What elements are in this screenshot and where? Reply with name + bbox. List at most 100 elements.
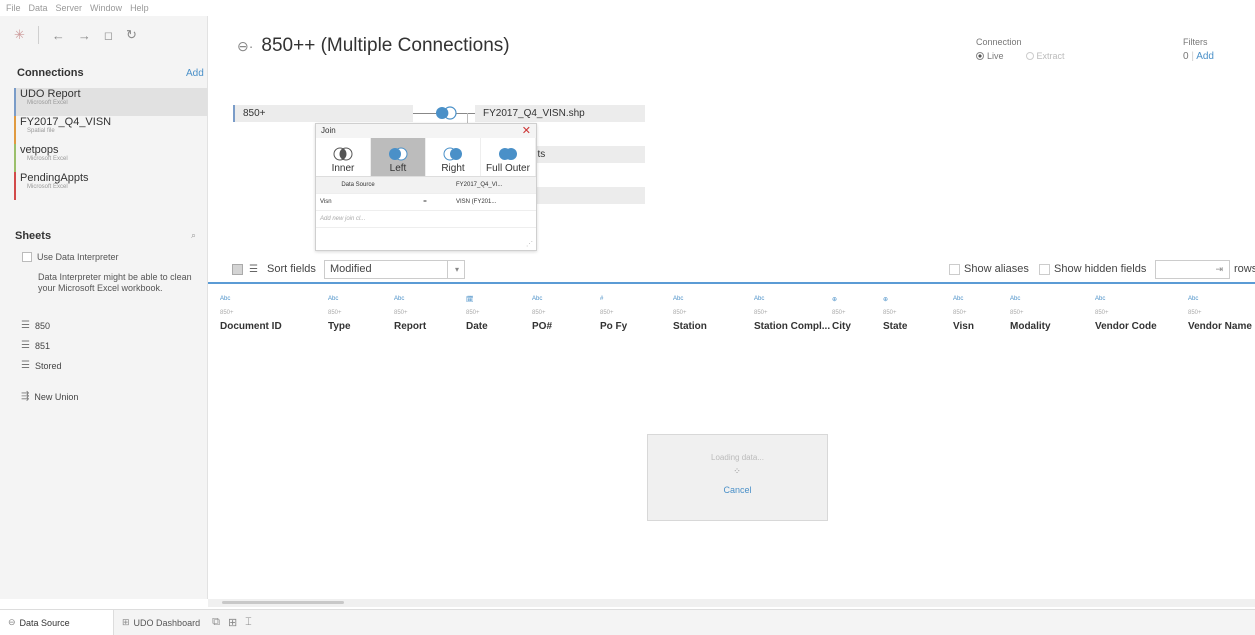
search-icon[interactable]: ⌕ — [191, 230, 196, 241]
column-header[interactable]: Abc 850+ Vendor Name — [1188, 296, 1255, 332]
chevron-down-icon: ▾ — [454, 265, 459, 274]
connection-pendingappts[interactable]: PendingAppts Microsoft Excel — [14, 172, 207, 200]
sheet-label: 850 — [34, 320, 50, 331]
column-source: 850+ — [1095, 310, 1109, 316]
sheet-tabs: ⊖ Data Source ⊞ UDO Dashboard ⧉ ⊞ ⌶ — [0, 609, 1255, 635]
join-type-label: Left — [389, 163, 407, 174]
new-story-icon[interactable]: ⌶ — [245, 616, 252, 629]
live-radio[interactable]: Live — [976, 51, 1004, 61]
tab-data-source[interactable]: ⊖ Data Source — [0, 609, 114, 635]
data-source-name: 850++ (Multiple Connections) — [261, 35, 510, 56]
menu-file[interactable]: File — [6, 3, 21, 13]
horizontal-scrollbar[interactable] — [208, 599, 1255, 607]
inner-join-icon — [333, 147, 353, 161]
close-icon[interactable]: ✕ — [522, 124, 531, 137]
database-icon: ⊖ — [8, 617, 16, 627]
connection-type: Microsoft Excel — [27, 156, 68, 162]
tab-udo-dashboard[interactable]: ⊞ UDO Dashboard — [114, 610, 208, 635]
sheet-icon: ☰ — [21, 320, 30, 331]
connection-name: FY2017_Q4_VISN — [20, 116, 112, 128]
sheet-item-850[interactable]: ☰ 850 — [21, 320, 50, 331]
new-union-label: New Union — [34, 391, 79, 402]
loading-dialog: Loading data... ⁘ Cancel — [647, 434, 828, 521]
extract-label: Extract — [1036, 51, 1065, 61]
save-icon[interactable]: ◻ — [104, 29, 113, 42]
menu-data[interactable]: Data — [29, 3, 48, 13]
menu-window[interactable]: Window — [90, 3, 122, 13]
extract-radio[interactable]: Extract — [1025, 51, 1065, 61]
tab-label: UDO Dashboard — [133, 617, 201, 628]
left-join-icon[interactable] — [433, 106, 459, 120]
data-interpreter-note: Data Interpreter might be able to clean … — [38, 272, 192, 293]
connection-type-options: Live Extract — [976, 51, 1065, 61]
join-type-right[interactable]: Right — [426, 138, 481, 176]
column-header[interactable]: Abc 850+ Vendor Code — [1095, 296, 1195, 332]
sheet-item-stored[interactable]: ☰ Stored — [21, 360, 62, 371]
canvas-table-fy2017[interactable]: FY2017_Q4_VISN.shp — [475, 105, 645, 122]
join-type-left[interactable]: Left — [371, 138, 426, 176]
rows-input[interactable]: ⇥ — [1155, 260, 1230, 279]
back-icon[interactable]: ← — [52, 28, 65, 43]
join-operator[interactable]: = — [396, 199, 454, 205]
data-interpreter-toggle[interactable]: Use Data Interpreter — [22, 252, 119, 262]
scrollbar-thumb[interactable] — [222, 601, 344, 604]
column-header[interactable]: Abc 850+ Document ID — [220, 296, 320, 332]
new-worksheet-icon[interactable]: ⧉ — [212, 616, 220, 629]
add-join-clause[interactable]: Add new join cl... — [316, 216, 396, 222]
add-filter-link[interactable]: Add — [1196, 51, 1214, 62]
list-view-icon[interactable]: ☰ — [249, 264, 258, 275]
show-hidden-fields-label: Show hidden fields — [1054, 263, 1147, 275]
show-aliases-toggle[interactable]: Show aliases — [949, 263, 1029, 275]
add-connection-link[interactable]: Add — [186, 68, 204, 79]
connection-udo-report[interactable]: UDO Report Microsoft Excel — [14, 88, 207, 116]
join-type-inner[interactable]: Inner — [316, 138, 371, 176]
filters-separator: | — [1191, 51, 1194, 62]
spinner-icon: ⁘ — [733, 466, 742, 476]
cancel-loading-button[interactable]: Cancel — [648, 485, 827, 495]
grid-view-icon[interactable] — [232, 264, 243, 275]
join-left-field[interactable]: Visn — [316, 199, 396, 205]
filters-label: Filters — [1183, 37, 1208, 47]
data-interpreter-checkbox[interactable] — [22, 252, 32, 262]
canvas-table-850[interactable]: 850+ — [233, 105, 413, 122]
column-name: Vendor Name — [1188, 321, 1252, 332]
connection-fy2017-q4-visn[interactable]: FY2017_Q4_VISN Spatial file — [14, 116, 207, 144]
field-type-icon[interactable]: Abc — [220, 296, 320, 308]
sort-fields-select[interactable]: Modified ▾ — [324, 260, 465, 279]
join-clause-header: Data Source FY2017_Q4_VI... — [316, 177, 536, 194]
new-union-item[interactable]: ⇶ New Union — [21, 391, 78, 402]
show-aliases-checkbox[interactable] — [949, 263, 960, 275]
toolbar-divider — [37, 26, 39, 44]
forward-icon[interactable]: → — [78, 28, 91, 43]
live-label: Live — [987, 51, 1004, 61]
menu-help[interactable]: Help — [130, 3, 149, 13]
tableau-logo-icon[interactable]: ✳ — [14, 27, 25, 43]
join-right-field[interactable]: VISN (FY201... — [454, 199, 524, 205]
sort-fields-label: Sort fields — [267, 263, 316, 275]
right-join-icon — [443, 147, 462, 161]
sheet-item-851[interactable]: ☰ 851 — [21, 340, 50, 351]
resize-handle-icon[interactable]: ⋰ — [526, 240, 533, 248]
column-name: Document ID — [220, 321, 282, 332]
connection-vetpops[interactable]: vetpops Microsoft Excel — [14, 144, 207, 172]
loading-text: Loading data... — [711, 453, 764, 462]
menu-server[interactable]: Server — [56, 3, 83, 13]
filters-count: 0 — [1183, 51, 1189, 62]
new-dashboard-icon[interactable]: ⊞ — [228, 616, 237, 629]
refresh-icon[interactable]: ↻ — [126, 27, 137, 43]
show-hidden-fields-checkbox[interactable] — [1039, 263, 1050, 275]
select-divider — [447, 261, 448, 278]
join-right-header: FY2017_Q4_VI... — [456, 182, 503, 188]
join-clause-row[interactable]: Visn = VISN (FY201... — [316, 194, 536, 211]
data-source-title[interactable]: ⊖· 850++ (Multiple Connections) — [237, 35, 510, 57]
field-type-icon[interactable]: Abc — [1188, 296, 1255, 308]
connection-type: Microsoft Excel — [27, 100, 68, 106]
add-join-clause-row[interactable]: Add new join cl... — [316, 211, 536, 228]
field-type-icon[interactable]: Abc — [1095, 296, 1195, 308]
menu-bar: File Data Server Window Help — [0, 0, 1255, 16]
radio-selected-icon — [976, 52, 984, 60]
join-type-full-outer[interactable]: Full Outer — [481, 138, 536, 176]
sheet-label: Stored — [34, 360, 62, 371]
show-hidden-fields-toggle[interactable]: Show hidden fields — [1039, 263, 1146, 275]
join-type-label: Inner — [331, 163, 355, 174]
